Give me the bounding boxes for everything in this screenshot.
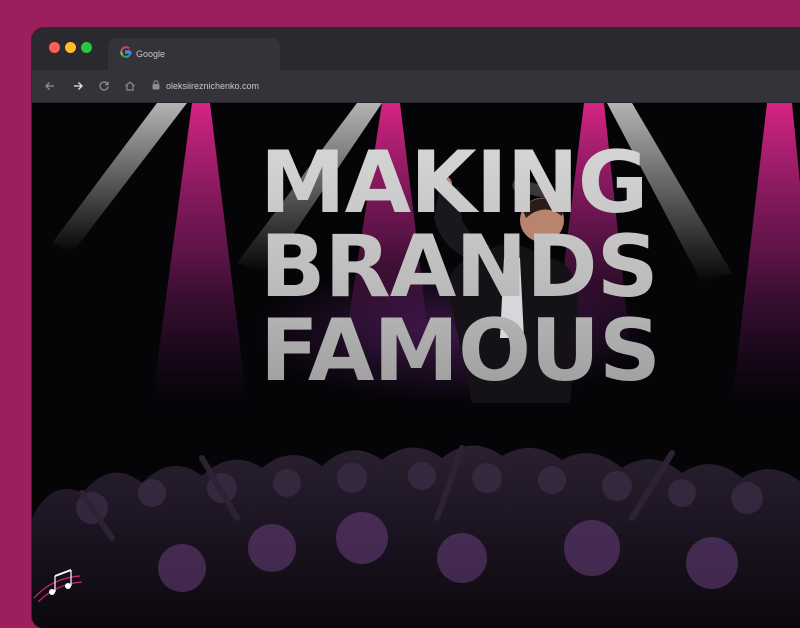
close-window-button[interactable] bbox=[49, 42, 60, 53]
music-notes-icon bbox=[33, 569, 83, 603]
page-viewport: MAKING BRANDS FAMOUS bbox=[32, 103, 800, 628]
tab-strip: Google bbox=[32, 28, 800, 70]
lock-icon bbox=[152, 77, 160, 95]
headline-line-3: FAMOUS bbox=[260, 301, 660, 401]
google-g-icon bbox=[120, 45, 132, 63]
headline-line-1: MAKING bbox=[260, 133, 648, 233]
url-text: oleksiireznichenko.com bbox=[166, 81, 260, 91]
hero-headline: MAKING BRANDS FAMOUS bbox=[260, 141, 780, 393]
forward-arrow-icon[interactable] bbox=[70, 78, 86, 94]
back-arrow-icon[interactable] bbox=[42, 78, 58, 94]
concert-crowd-image bbox=[32, 445, 800, 628]
browser-toolbar: oleksiireznichenko.com bbox=[32, 70, 800, 103]
address-bar[interactable]: oleksiireznichenko.com bbox=[152, 74, 800, 98]
tab-google[interactable]: Google bbox=[108, 38, 280, 70]
reload-icon[interactable] bbox=[96, 78, 112, 94]
maximize-window-button[interactable] bbox=[81, 42, 92, 53]
home-icon[interactable] bbox=[122, 78, 138, 94]
browser-window: Google oleksiireznichenko.com MAKING BRA… bbox=[32, 28, 800, 628]
minimize-window-button[interactable] bbox=[65, 42, 76, 53]
headline-line-2: BRANDS bbox=[260, 217, 658, 317]
tab-label: Google bbox=[136, 49, 166, 59]
